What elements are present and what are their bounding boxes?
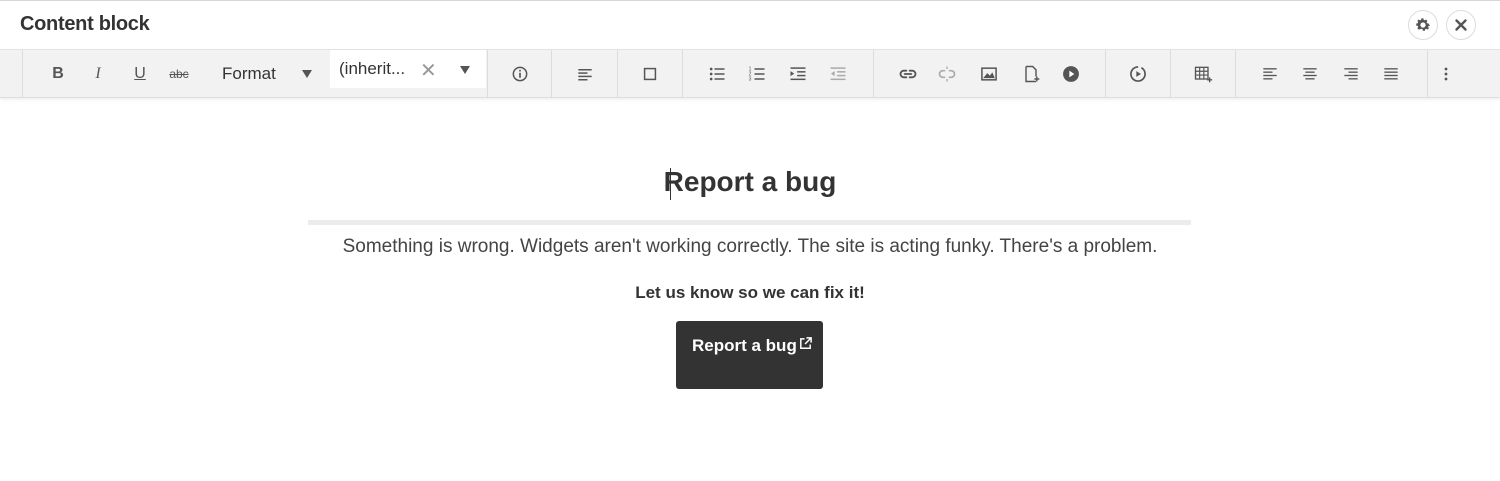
toolbar-group-divider <box>618 50 683 97</box>
title-bar: Content block <box>0 0 1500 50</box>
report-bug-button-label: Report a bug <box>692 336 797 355</box>
cta-text: Let us know so we can fix it! <box>635 283 865 302</box>
editor-toolbar: B I U abc Format (inherit... ✕ 1 2 3 <box>0 49 1500 98</box>
settings-button[interactable] <box>1408 10 1438 40</box>
text-caret <box>670 168 671 200</box>
toolbar-group-divider <box>1236 50 1428 97</box>
external-link-icon <box>800 337 812 349</box>
more-options-button[interactable] <box>1432 60 1460 88</box>
close-icon <box>1455 19 1467 31</box>
toolbar-group-divider <box>552 50 618 97</box>
editor-content[interactable]: Report a bug Something is wrong. Widgets… <box>0 98 1500 481</box>
toolbar-group-divider <box>874 50 1106 97</box>
toolbar-group-divider <box>683 50 874 97</box>
divider <box>308 220 1191 225</box>
toolbar-group-divider <box>0 50 488 97</box>
gear-icon <box>1416 18 1431 31</box>
toolbar-group-divider <box>1171 50 1236 97</box>
lead-text: Something is wrong. Widgets aren't worki… <box>342 236 1158 257</box>
report-bug-button[interactable]: Report a bug <box>676 321 823 389</box>
window-title: Content block <box>20 13 150 35</box>
close-button[interactable] <box>1446 10 1476 40</box>
toolbar-group-divider <box>1106 50 1171 97</box>
more-vertical-icon <box>1444 67 1448 81</box>
toolbar-group-divider <box>488 50 552 97</box>
page-heading: Report a bug <box>663 166 837 197</box>
